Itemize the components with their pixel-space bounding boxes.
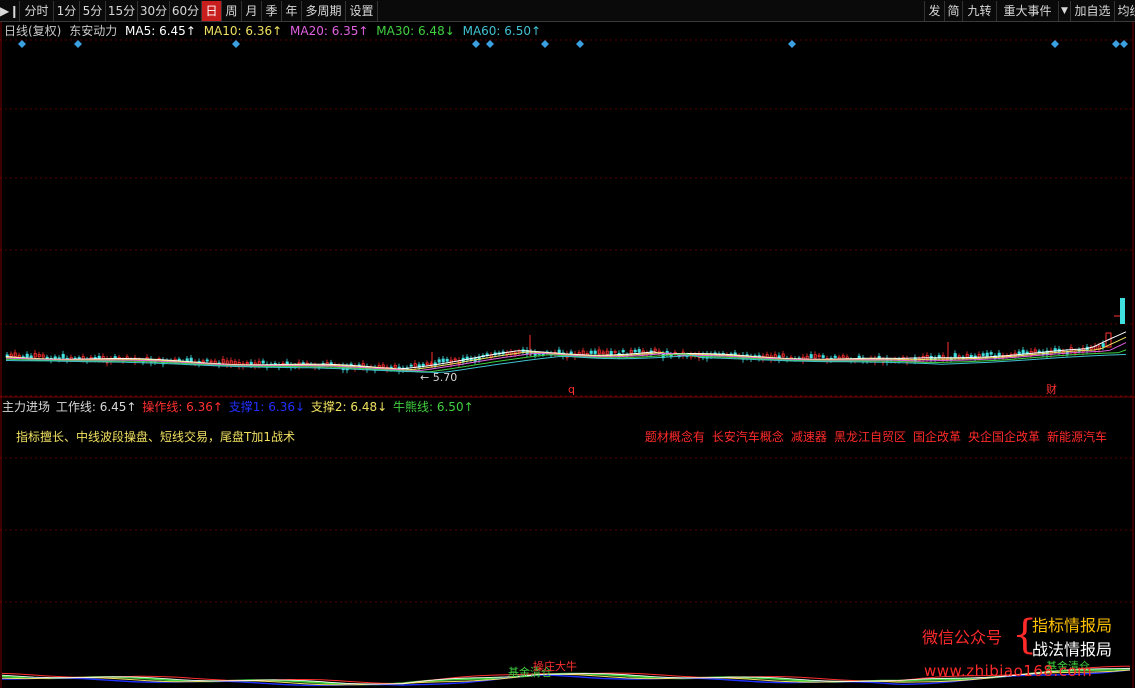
indicator-description: 指标擅长、中线波段操盘、短线交易，尾盘T加1战术 <box>16 430 295 444</box>
candle-body <box>441 358 445 363</box>
marker-cai: 财 <box>1046 382 1057 396</box>
indicator-title: 主力进场 <box>2 400 51 414</box>
diamond-icon <box>541 40 549 48</box>
candle-body <box>409 364 413 367</box>
diamond-icon <box>1120 40 1128 48</box>
kline-chart[interactable]: ← 5.70 q 财 基金清仓 操庄大牛 基金清仓 <box>0 0 1135 688</box>
candle-body <box>621 350 625 353</box>
support2-value: 支撑2: 6.48↓ <box>310 400 388 414</box>
candle-body <box>821 355 825 358</box>
candle-body <box>609 351 613 356</box>
candle-body <box>61 353 65 359</box>
candle-body <box>833 355 837 358</box>
bull-line-value: 牛熊线: 6.50↑ <box>393 400 474 414</box>
candle-body <box>1101 343 1105 348</box>
candle-body <box>809 354 813 359</box>
watermark-name1: 指标情报局 <box>1032 616 1113 635</box>
diamond-icon <box>74 40 82 48</box>
candle-body <box>261 360 265 364</box>
concept-tag[interactable]: 题材概念有 <box>645 430 705 444</box>
watermark-wechat: 微信公众号 <box>922 628 1003 647</box>
diamond-icon <box>1051 40 1059 48</box>
candle-body <box>53 356 57 360</box>
concept-tag[interactable]: 长安汽车概念 <box>712 430 784 444</box>
watermark-name2: 战法情报局 <box>1032 640 1113 659</box>
candle-body <box>989 352 993 355</box>
diamond-icon <box>788 40 796 48</box>
candle-body <box>953 353 957 358</box>
watermark-url: www.zhibiao168.com <box>924 662 1093 680</box>
diamond-icon <box>1112 40 1120 48</box>
diamond-icon <box>576 40 584 48</box>
candle-body <box>205 359 209 362</box>
watermark: 微信公众号 { 指标情报局 战法情报局 www.zhibiao168.com <box>920 612 1130 688</box>
candle-body <box>437 359 441 363</box>
diamond-icon <box>472 40 480 48</box>
concept-tag[interactable]: 国企改革 <box>913 430 961 444</box>
concept-tag[interactable]: 黑龙江自贸区 <box>834 430 906 444</box>
candle-body <box>589 350 593 354</box>
diamond-icon <box>18 40 26 48</box>
candle-body <box>25 353 29 358</box>
bottom-label-caozhuang: 操庄大牛 <box>533 659 577 673</box>
sub-indicator-legend: 主力进场 工作线: 6.45↑ 操作线: 6.36↑ 支撑1: 6.36↓ 支撑… <box>2 399 476 415</box>
marker-q: q <box>568 383 575 396</box>
candle-body <box>1120 298 1125 324</box>
candle-body <box>185 358 189 362</box>
candle-body <box>421 363 425 367</box>
candle-body <box>569 351 573 355</box>
signal-diamonds <box>18 40 1128 48</box>
op-line-value: 操作线: 6.36↑ <box>142 400 223 414</box>
support1-value: 支撑1: 6.36↓ <box>228 400 306 414</box>
concept-tags: 题材概念有 长安汽车概念 减速器 黑龙江自贸区 国企改革 央企国企改革 新能源汽车 <box>638 428 1107 445</box>
work-line-value: 工作线: 6.45↑ <box>55 400 137 414</box>
concept-tag[interactable]: 新能源汽车 <box>1047 430 1107 444</box>
diamond-icon <box>486 40 494 48</box>
candle-body <box>985 352 989 357</box>
candle-body <box>969 354 973 358</box>
concept-tag[interactable]: 央企国企改革 <box>968 430 1040 444</box>
candle-body <box>1021 349 1025 355</box>
candle-body <box>633 349 637 353</box>
concept-tag[interactable]: 减速器 <box>791 430 827 444</box>
candle-body <box>637 349 641 353</box>
diamond-icon <box>232 40 240 48</box>
ma-lines <box>5 331 1127 374</box>
candle-body <box>189 357 193 362</box>
candle-body <box>981 353 985 356</box>
candle-body <box>593 350 597 354</box>
candle-body <box>445 358 449 362</box>
low-price-label: ← 5.70 <box>420 371 457 384</box>
